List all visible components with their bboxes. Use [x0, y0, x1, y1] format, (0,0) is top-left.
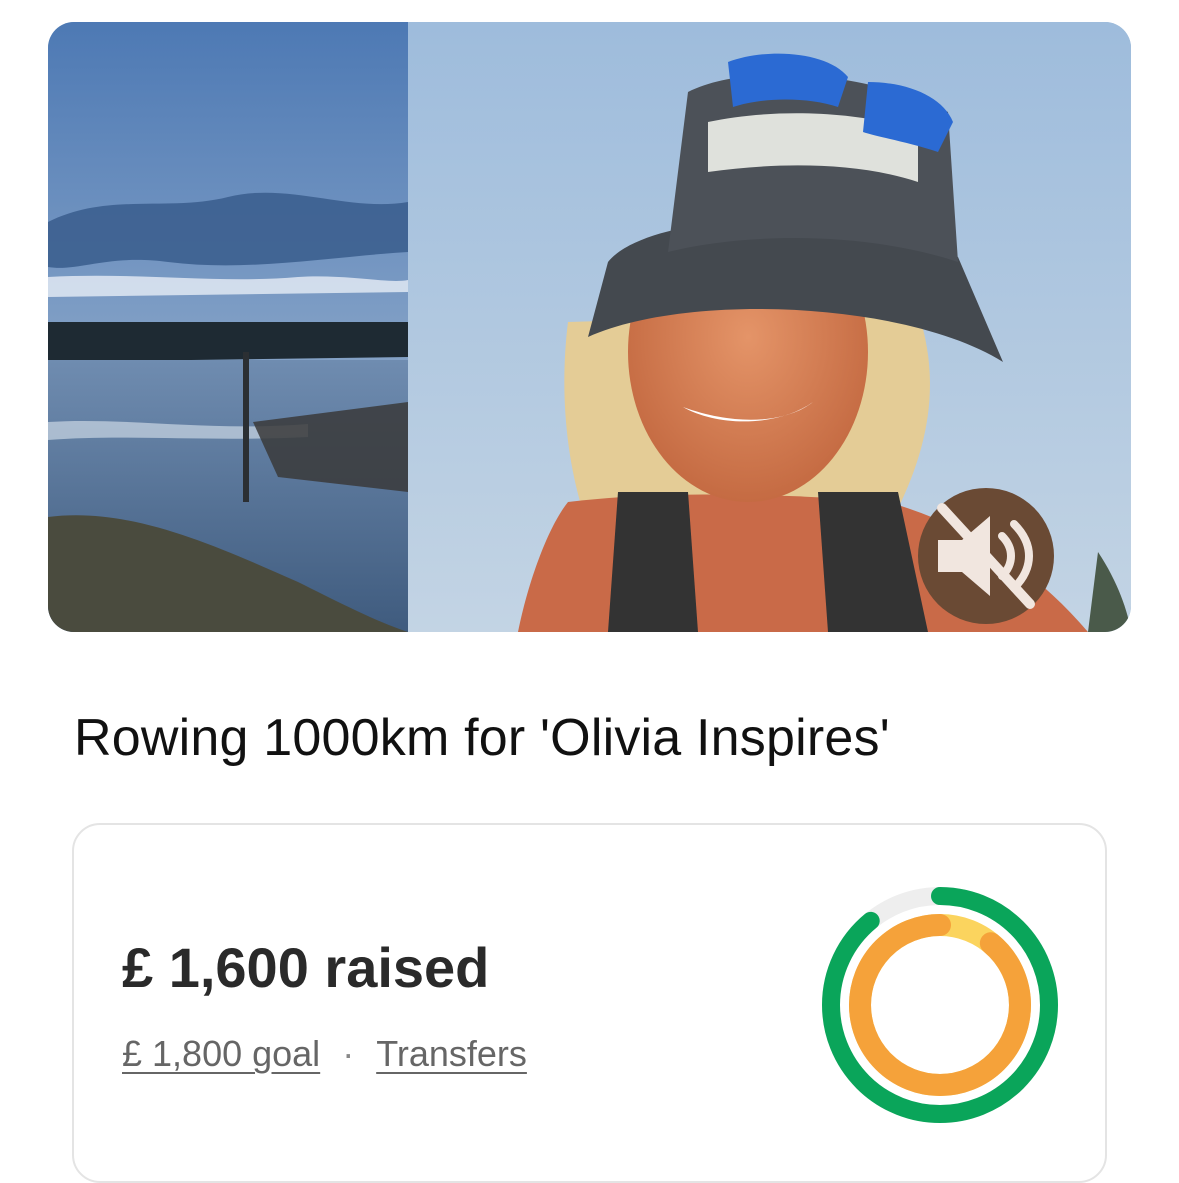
transfers-link[interactable]: Transfers: [376, 1033, 527, 1075]
separator-dot: ·: [342, 1033, 355, 1074]
progress-ring: [822, 887, 1058, 1123]
amount-raised: £ 1,600 raised: [122, 936, 490, 999]
ring-inner-orange: [849, 914, 1031, 1096]
mute-button[interactable]: [918, 488, 1054, 624]
progress-card: £ 1,600 raised £ 1,800 goal · Transfers: [72, 823, 1107, 1183]
fundraiser-title: Rowing 1000km for 'Olivia Inspires': [74, 709, 890, 767]
landscape-photo: [48, 22, 408, 632]
goal-link[interactable]: £ 1,800 goal: [122, 1033, 320, 1075]
goal-row: £ 1,800 goal · Transfers: [122, 1033, 527, 1075]
speaker-muted-icon: [937, 503, 1035, 609]
hero-media[interactable]: [48, 22, 1131, 632]
